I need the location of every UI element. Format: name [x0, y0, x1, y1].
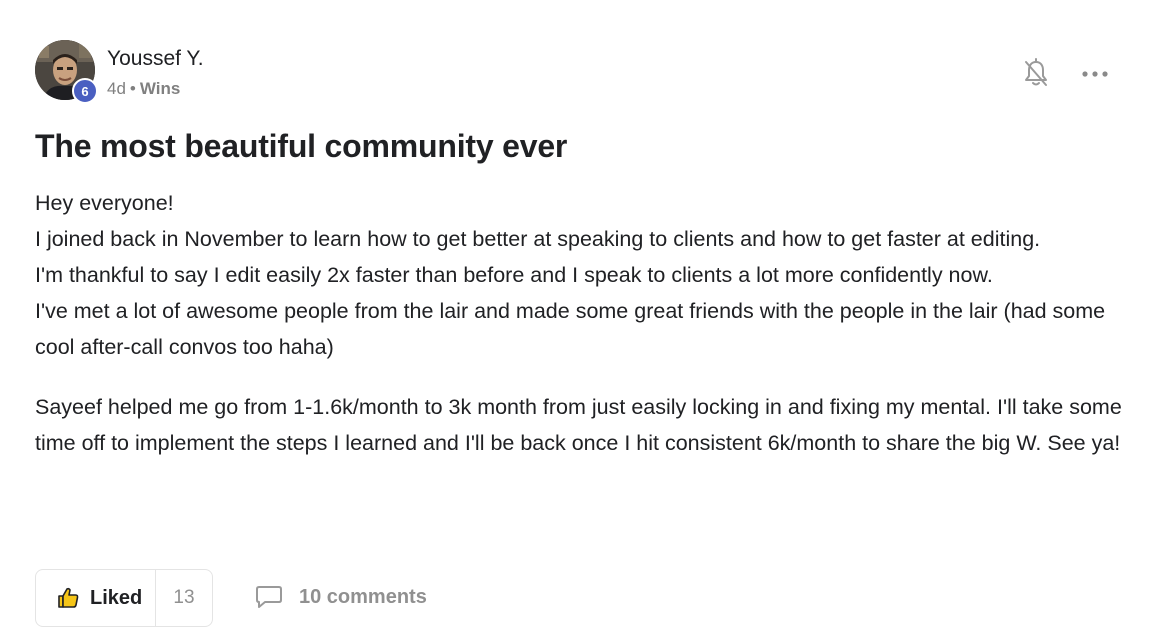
more-options-button[interactable]	[1080, 64, 1110, 84]
like-label: Liked	[90, 586, 143, 609]
comments-button[interactable]: 10 comments	[255, 584, 427, 610]
notification-toggle-button[interactable]	[1022, 58, 1050, 88]
post-paragraph: Hey everyone!	[35, 191, 174, 215]
post-title: The most beautiful community ever	[35, 128, 568, 164]
avatar-wrap[interactable]: 6	[35, 40, 98, 104]
post-meta: 4d • Wins	[107, 78, 204, 100]
comment-bubble-icon	[256, 586, 282, 608]
level-badge: 6	[72, 78, 98, 104]
post-paragraph: I'm thankful to say I edit easily 2x fas…	[35, 263, 993, 287]
comments-label: 10 comments	[299, 585, 427, 608]
like-count[interactable]: 13	[156, 570, 212, 626]
post-header: 6 Youssef Y. 4d • Wins	[35, 40, 204, 104]
author-info: Youssef Y. 4d • Wins	[107, 45, 204, 100]
post-paragraph: Sayeef helped me go from 1-1.6k/month to…	[35, 395, 1122, 455]
bell-off-icon	[1025, 58, 1047, 86]
post-paragraph: I've met a lot of awesome people from th…	[35, 299, 1106, 359]
post-card: 6 Youssef Y. 4d • Wins The most beautiful …	[0, 0, 1168, 644]
post-category[interactable]: Wins	[140, 79, 180, 98]
like-box: Liked 13	[35, 569, 213, 627]
post-time: 4d	[107, 79, 126, 98]
meta-separator: •	[129, 79, 136, 98]
like-button[interactable]: Liked	[36, 570, 156, 626]
author-name[interactable]: Youssef Y.	[107, 45, 204, 73]
post-body: Hey everyone! I joined back in November …	[35, 185, 1125, 461]
post-paragraph: I joined back in November to learn how t…	[35, 227, 1041, 251]
thumbs-up-icon	[58, 587, 79, 608]
more-horizontal-icon	[1082, 71, 1108, 77]
